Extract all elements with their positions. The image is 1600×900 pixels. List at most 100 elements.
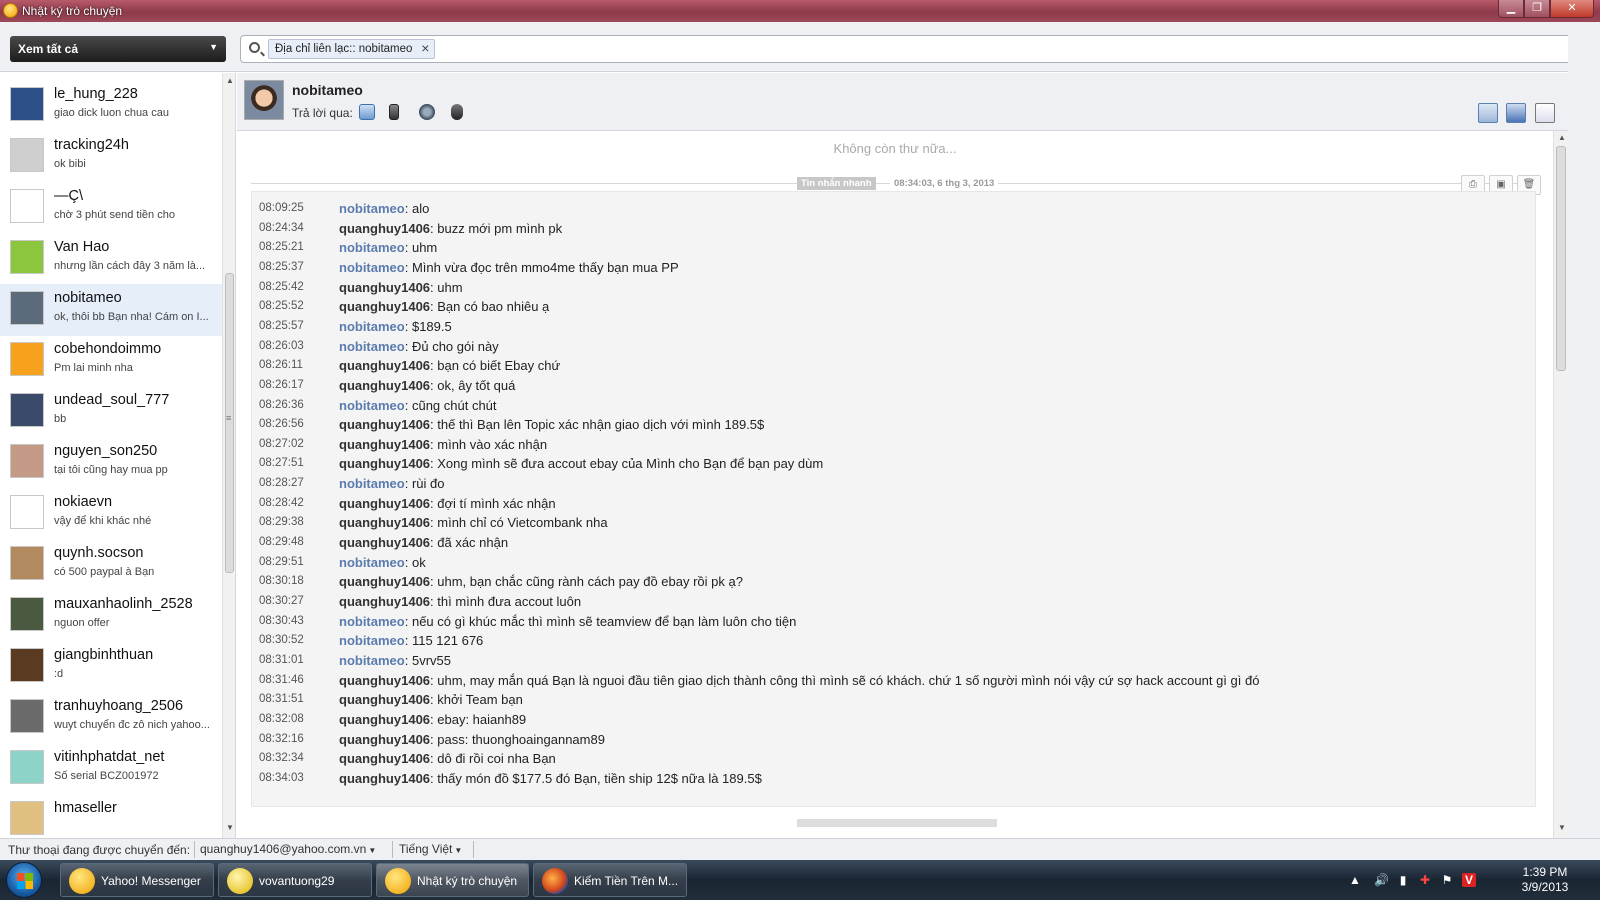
remove-token-icon[interactable]: × — [421, 41, 429, 56]
search-token[interactable]: Địa chỉ liên lạc:: nobitameo × — [268, 39, 436, 59]
contact-item[interactable]: mauxanhaolinh_2528 nguon offer — [0, 590, 222, 642]
message-sender[interactable]: quanghuy1406 — [339, 673, 430, 688]
message-text: : 115 121 676 — [404, 633, 484, 649]
message-line: quanghuy1406: Bạn có bao nhiêu ạ — [339, 299, 549, 314]
taskbar-button[interactable]: vovantuong29 — [218, 863, 372, 897]
contact-list-scrollbar[interactable]: ▲ ≡ ▼ — [222, 73, 235, 838]
message-text: : cũng chút chút — [404, 397, 497, 413]
contact-item[interactable]: le_hung_228 giao dick luon chua cau — [0, 80, 222, 132]
message-sender[interactable]: quanghuy1406 — [339, 221, 430, 236]
no-more-messages[interactable]: Không còn thư nữa... — [237, 141, 1553, 156]
message-sender[interactable]: quanghuy1406 — [339, 358, 430, 373]
message-sender[interactable]: quanghuy1406 — [339, 732, 430, 747]
message-sender[interactable]: quanghuy1406 — [339, 771, 430, 786]
search-input[interactable]: Địa chỉ liên lạc:: nobitameo × — [240, 35, 1586, 63]
message-sender[interactable]: nobitameo — [339, 633, 405, 648]
scrollbar-thumb[interactable] — [1556, 146, 1566, 371]
message-sender[interactable]: quanghuy1406 — [339, 751, 430, 766]
avatar — [10, 189, 44, 223]
scroll-up-icon[interactable]: ▲ — [1558, 133, 1566, 142]
scrollbar-thumb[interactable] — [225, 273, 234, 573]
message-line: quanghuy1406: thì mình đưa accout luôn — [339, 594, 581, 609]
message-time: 08:30:52 — [259, 634, 304, 647]
message-sender[interactable]: quanghuy1406 — [339, 574, 430, 589]
message-sender[interactable]: quanghuy1406 — [339, 594, 430, 609]
message-sender[interactable]: nobitameo — [339, 653, 405, 668]
show-hidden-icons-icon[interactable]: ▲ — [1348, 873, 1362, 887]
contact-name: tracking24h — [54, 137, 129, 153]
speaker-icon[interactable]: 🔊 — [1374, 873, 1389, 887]
message-sender[interactable]: quanghuy1406 — [339, 280, 430, 295]
network-icon[interactable]: ▮ — [1396, 873, 1410, 887]
chat-reply-icon[interactable] — [359, 104, 375, 120]
message-sender[interactable]: quanghuy1406 — [339, 456, 430, 471]
message-sender[interactable]: quanghuy1406 — [339, 692, 430, 707]
taskbar-button[interactable]: Yahoo! Messenger — [60, 863, 214, 897]
action-center-flag-icon[interactable]: ⚑ — [1440, 873, 1454, 887]
message-sender[interactable]: nobitameo — [339, 201, 405, 216]
clock[interactable]: 1:39 PM 3/9/2013 — [1510, 865, 1580, 895]
taskbar-button[interactable]: Nhật ký trò chuyện — [376, 863, 529, 897]
message-sender[interactable]: quanghuy1406 — [339, 515, 430, 530]
contact-item[interactable]: tracking24h ok bibi — [0, 131, 222, 183]
save-icon[interactable] — [1506, 103, 1526, 123]
language-dropdown[interactable]: Tiếng Việt ▼ — [399, 842, 472, 856]
antivirus-icon[interactable]: ✚ — [1418, 873, 1432, 887]
message-text: : ebay: haianh89 — [430, 711, 527, 727]
taskbar-button[interactable]: Kiếm Tiền Trên M... — [533, 863, 687, 897]
message-sender[interactable]: nobitameo — [339, 339, 405, 354]
message-sender[interactable]: nobitameo — [339, 319, 405, 334]
contact-item[interactable]: quynh.socson có 500 paypal à Bạn — [0, 539, 222, 591]
taskbar-button-label: Yahoo! Messenger — [101, 874, 201, 888]
grip-icon: ≡ — [226, 413, 232, 423]
message-sender[interactable]: quanghuy1406 — [339, 535, 430, 550]
message-sender[interactable]: quanghuy1406 — [339, 496, 430, 511]
message-sender[interactable]: quanghuy1406 — [339, 712, 430, 727]
start-button[interactable] — [6, 862, 42, 898]
microphone-icon[interactable] — [451, 104, 463, 120]
delete-icon[interactable] — [1535, 103, 1555, 123]
contact-item[interactable]: giangbinhthuan:d — [0, 641, 222, 693]
contact-item[interactable]: undead_soul_777 bb — [0, 386, 222, 438]
yahoo-messenger-icon — [69, 868, 95, 894]
contact-item[interactable]: tranhuyhoang_2506 wuyt chuyển đc zô nich … — [0, 692, 222, 744]
minimize-button[interactable]: ▁ — [1498, 0, 1524, 18]
message-sender[interactable]: nobitameo — [339, 555, 405, 570]
message-sender[interactable]: quanghuy1406 — [339, 299, 430, 314]
filter-dropdown[interactable]: Xem tất cả ▼ — [10, 36, 226, 62]
message-text: : uhm — [404, 240, 438, 256]
contact-item[interactable]: Van Hao nhưng lần cách đây 3 năm là... — [0, 233, 222, 285]
contact-item[interactable]: vitinhphatdat_net Số serial BCZ001972 — [0, 743, 222, 795]
message-sender[interactable]: nobitameo — [339, 476, 405, 491]
phone-icon[interactable] — [389, 104, 399, 120]
messenger-smiley-icon — [3, 3, 18, 18]
scroll-down-icon[interactable]: ▼ — [226, 823, 234, 832]
message-sender[interactable]: nobitameo — [339, 260, 405, 275]
close-button[interactable]: ✕ — [1550, 0, 1594, 18]
contact-item[interactable]: cobehondoimmo Pm lai minh nha — [0, 335, 222, 387]
message-sender[interactable]: nobitameo — [339, 398, 405, 413]
message-sender[interactable]: quanghuy1406 — [339, 378, 430, 393]
contact-item[interactable]: nobitameo ok, thôi bb Bạn nha! Cám on I..… — [0, 284, 222, 336]
next-session-header — [797, 819, 997, 827]
message-sender[interactable]: nobitameo — [339, 614, 405, 629]
message-sender[interactable]: nobitameo — [339, 240, 405, 255]
clock-time: 1:39 PM — [1522, 865, 1568, 879]
contact-item[interactable]: nokiaevn vậy để khi khác nhé — [0, 488, 222, 540]
forwarding-email-dropdown[interactable]: quanghuy1406@yahoo.com.vn ▼ — [200, 842, 386, 856]
message-sender[interactable]: quanghuy1406 — [339, 417, 430, 432]
scroll-up-icon[interactable]: ▲ — [226, 76, 234, 85]
contact-item[interactable]: nguyen_son250 tại tôi cũng hay mua pp — [0, 437, 222, 489]
scroll-down-icon[interactable]: ▼ — [1558, 823, 1566, 832]
contact-item[interactable]: —Ç\ chờ 3 phút send tiền cho — [0, 182, 222, 234]
conversation-scrollbar[interactable]: ▲ ▼ — [1553, 131, 1568, 838]
print-icon[interactable] — [1478, 103, 1498, 123]
message-text: : dô đi rồi coi nha Bạn — [430, 751, 556, 767]
voice-call-icon[interactable] — [419, 104, 435, 120]
divider — [194, 841, 195, 858]
maximize-button[interactable]: ❐ — [1524, 0, 1550, 18]
v-app-icon[interactable]: V — [1462, 873, 1476, 887]
contact-item[interactable]: hmaseller — [0, 794, 222, 838]
message-sender[interactable]: quanghuy1406 — [339, 437, 430, 452]
message-text: : thấy món đồ $177.5 đó Bạn, tiền ship 1… — [430, 770, 762, 786]
